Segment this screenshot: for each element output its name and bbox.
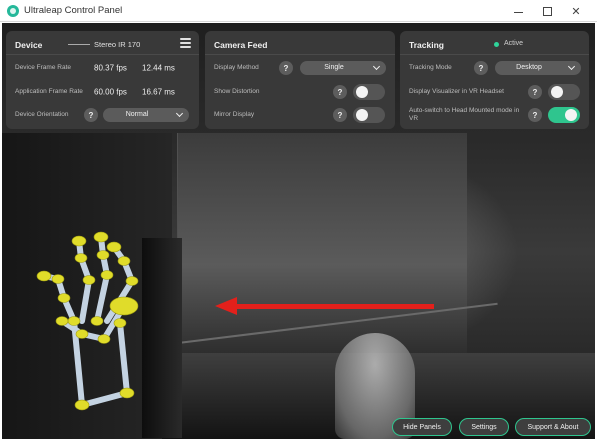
maximize-icon[interactable] [533,0,561,22]
app-frame-rate-row: Application Frame Rate 60.00 fps 16.67 m… [6,81,199,103]
help-icon[interactable]: ? [84,108,98,122]
device-orientation-row: Device Orientation ? Normal [6,104,199,126]
hand-joints [36,231,139,411]
app-fps-value: 60.00 fps [94,87,127,97]
camera-feed-panel: Camera Feed Display Method ? Single Show… [205,31,395,129]
display-visualizer-toggle[interactable] [548,84,580,100]
display-method-row: Display Method ? Single [205,57,395,79]
chevron-down-icon [372,62,381,71]
display-method-label: Display Method [214,64,259,71]
device-indicator [68,44,90,45]
tracking-status: Active [504,40,524,47]
mirror-display-row: Mirror Display ? [205,104,395,126]
show-distortion-label: Show Distortion [214,88,260,95]
device-orientation-value: Normal [125,111,149,118]
device-panel: Device Stereo IR 170 Device Frame Rate 8… [6,31,199,129]
help-icon[interactable]: ? [333,108,347,122]
title-bar: Ultraleap Control Panel ✕ [0,0,597,22]
app-logo-icon [7,5,19,17]
display-method-value: Single [324,64,344,71]
show-distortion-row: Show Distortion ? [205,81,395,103]
mirror-display-label: Mirror Display [214,111,255,118]
device-panel-title: Device [15,40,43,50]
tracking-mode-label: Tracking Mode [409,64,452,71]
tracking-panel: Tracking Active Tracking Mode ? Desktop … [400,31,589,129]
close-icon[interactable]: ✕ [562,0,590,22]
tracking-mode-row: Tracking Mode ? Desktop [400,57,589,79]
display-visualizer-row: Display Visualizer in VR Headset ? [400,81,589,103]
device-list-icon[interactable] [180,38,191,48]
display-method-dropdown[interactable]: Single [300,61,386,75]
app-ms-value: 16.67 ms [142,87,175,97]
display-visualizer-label: Display Visualizer in VR Headset [409,88,504,95]
auto-switch-toggle[interactable] [548,107,580,123]
chevron-down-icon [175,109,184,118]
device-frame-rate-label: Device Frame Rate [15,64,71,71]
red-arrow-head [215,297,237,315]
app-frame-rate-label: Application Frame Rate [15,88,83,95]
camera-feed-view: Device Stereo IR 170 Device Frame Rate 8… [2,23,595,439]
minimize-icon[interactable] [504,0,532,22]
chevron-down-icon [567,62,576,71]
show-distortion-toggle[interactable] [353,84,385,100]
tracking-mode-dropdown[interactable]: Desktop [495,61,581,75]
settings-button[interactable]: Settings [459,418,509,436]
device-fps-value: 80.37 fps [94,63,127,73]
tracking-panel-title: Tracking [409,40,444,50]
help-icon[interactable]: ? [474,61,488,75]
hide-panels-button[interactable]: Hide Panels [392,418,452,436]
device-frame-rate-row: Device Frame Rate 80.37 fps 12.44 ms [6,57,199,79]
device-name: Stereo IR 170 [94,40,141,49]
help-icon[interactable]: ? [528,85,542,99]
auto-switch-label: Auto-switch to Head Mounted mode in VR [409,107,520,122]
camera-panel-title: Camera Feed [214,40,268,50]
auto-switch-row: Auto-switch to Head Mounted mode in VR ? [400,104,589,126]
help-icon[interactable]: ? [333,85,347,99]
mirror-display-toggle[interactable] [353,107,385,123]
device-ms-value: 12.44 ms [142,63,175,73]
red-arrow-shaft [234,304,434,309]
tracking-mode-value: Desktop [516,64,542,71]
support-about-button[interactable]: Support & About [515,418,591,436]
help-icon[interactable]: ? [279,61,293,75]
status-dot-icon [494,42,499,47]
window-title: Ultraleap Control Panel [24,5,123,16]
help-icon[interactable]: ? [528,108,542,122]
device-orientation-dropdown[interactable]: Normal [103,108,189,122]
device-orientation-label: Device Orientation [15,111,69,118]
